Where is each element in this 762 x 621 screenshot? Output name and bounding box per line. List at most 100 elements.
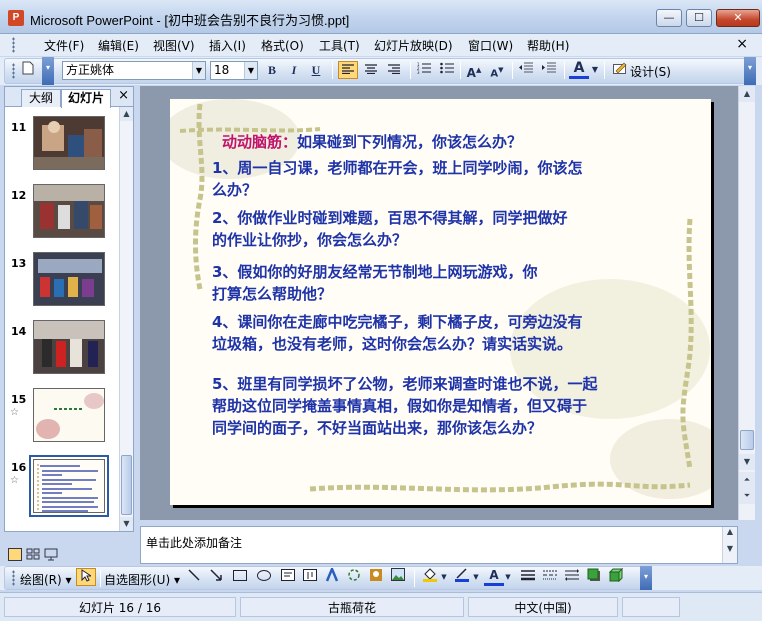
scroll-down-icon[interactable]: ▼ xyxy=(723,544,737,553)
notes-placeholder[interactable]: 单击此处添加备注 xyxy=(146,534,242,551)
animation-star-icon[interactable]: ☆ xyxy=(10,475,19,486)
new-document-icon[interactable] xyxy=(18,61,38,79)
line-tool-icon[interactable] xyxy=(184,568,204,586)
autoshapes-menu-button[interactable]: 自选图形(U) ▾ xyxy=(104,571,180,588)
scrollbar-thumb[interactable] xyxy=(121,455,132,515)
fill-color-icon[interactable] xyxy=(420,568,440,586)
insert-picture-icon[interactable] xyxy=(388,568,408,586)
slide-body-line: 同学间的面子，不好当面站出来，那你该怎么办？ xyxy=(212,419,543,437)
design-template-status: 古瓶荷花 xyxy=(240,597,464,617)
scroll-down-icon[interactable]: ▼ xyxy=(120,517,133,531)
design-icon[interactable] xyxy=(610,61,630,79)
bold-button[interactable]: B xyxy=(262,61,282,79)
select-pointer-icon[interactable] xyxy=(76,568,96,586)
current-slide[interactable]: 动动脑筋：如果碰到下列情况，你该怎么办？ 1、周一自习课，老师都在开会，班上同学… xyxy=(170,99,711,505)
slide-number: 12 xyxy=(11,189,27,202)
toolbar-options-chevron-icon[interactable]: ▾ xyxy=(42,57,54,85)
menu-insert[interactable]: 插入(I) xyxy=(209,37,246,54)
toolbar-grip[interactable] xyxy=(12,63,15,79)
menu-file[interactable]: 文件(F) xyxy=(44,37,84,54)
toolbar-options-chevron-icon[interactable]: ▾ xyxy=(640,566,652,590)
toolbar-options-chevron-icon[interactable]: ▾ xyxy=(744,57,756,85)
diagram-icon[interactable] xyxy=(344,568,364,586)
close-document-icon[interactable]: × xyxy=(736,36,748,52)
align-left-button[interactable] xyxy=(338,61,358,79)
oval-tool-icon[interactable] xyxy=(254,568,274,586)
maximize-button[interactable]: ☐ xyxy=(686,9,712,27)
font-color-icon[interactable]: A xyxy=(484,568,504,586)
toolbar-separator xyxy=(410,62,411,79)
rectangle-tool-icon[interactable] xyxy=(230,568,250,586)
scroll-up-icon[interactable]: ▲ xyxy=(739,86,755,102)
tab-outline[interactable]: 大纲 xyxy=(21,89,61,107)
next-slide-icon[interactable]: ⏷ xyxy=(739,488,755,504)
menu-help[interactable]: 帮助(H) xyxy=(527,37,569,54)
notes-scrollbar[interactable]: ▲ ▼ xyxy=(722,527,737,563)
decrease-indent-icon[interactable] xyxy=(516,61,536,79)
increase-indent-icon[interactable] xyxy=(539,61,559,79)
design-button[interactable]: 设计(S) xyxy=(630,63,671,80)
menu-slideshow[interactable]: 幻灯片放映(D) xyxy=(374,37,453,54)
normal-view-icon[interactable] xyxy=(8,548,22,561)
powerpoint-app-icon[interactable]: P xyxy=(8,10,24,26)
menubar-grip[interactable] xyxy=(12,37,15,53)
scroll-down-icon[interactable]: ▼ xyxy=(739,454,755,470)
scroll-up-icon[interactable]: ▲ xyxy=(723,527,737,536)
arrow-tool-icon[interactable] xyxy=(206,568,226,586)
dash-style-icon[interactable] xyxy=(540,568,560,586)
scroll-up-icon[interactable]: ▲ xyxy=(120,107,133,121)
italic-button[interactable]: I xyxy=(284,61,304,79)
3d-style-icon[interactable] xyxy=(606,567,626,586)
numbering-icon[interactable]: 123 xyxy=(414,61,434,79)
menu-window[interactable]: 窗口(W) xyxy=(468,37,513,54)
align-center-button[interactable] xyxy=(361,61,381,79)
slides-pane-scrollbar[interactable]: ▲ ▼ xyxy=(119,107,133,531)
chevron-down-icon[interactable]: ▼ xyxy=(472,568,480,586)
shadow-style-icon[interactable] xyxy=(584,568,604,586)
close-pane-icon[interactable]: × xyxy=(118,88,129,103)
menu-view[interactable]: 视图(V) xyxy=(153,37,195,54)
textbox-tool-icon[interactable] xyxy=(278,568,298,586)
slideshow-view-icon[interactable] xyxy=(44,548,58,561)
underline-button[interactable]: U xyxy=(306,61,326,79)
decrease-font-size-icon[interactable]: A▼ xyxy=(487,61,507,79)
chevron-down-icon[interactable]: ▼ xyxy=(244,62,257,79)
menu-format[interactable]: 格式(O) xyxy=(261,37,304,54)
slide-thumbnail-16[interactable] xyxy=(29,455,109,517)
chevron-down-icon[interactable]: ▼ xyxy=(504,568,512,586)
clipart-icon[interactable] xyxy=(366,568,386,586)
slide-thumbnail-14[interactable] xyxy=(33,320,105,374)
menu-edit[interactable]: 编辑(E) xyxy=(98,37,139,54)
drawing-toolbar-grip[interactable] xyxy=(12,570,15,586)
font-name-select[interactable]: 方正姚体 ▼ xyxy=(62,61,206,80)
slide-thumbnail-11[interactable] xyxy=(33,116,105,170)
previous-slide-icon[interactable]: ⏶ xyxy=(739,472,755,488)
animation-star-icon[interactable]: ☆ xyxy=(10,407,19,418)
slide-thumbnail-15[interactable] xyxy=(33,388,105,442)
menu-tools[interactable]: 工具(T) xyxy=(319,37,360,54)
slide-sorter-view-icon[interactable] xyxy=(26,548,40,561)
draw-menu-button[interactable]: 绘图(R) ▾ xyxy=(20,571,72,588)
bullets-icon[interactable] xyxy=(437,61,457,79)
slide-thumbnail-13[interactable] xyxy=(33,252,105,306)
language-status: 中文(中国) xyxy=(468,597,618,617)
minimize-button[interactable]: — xyxy=(656,9,682,27)
tab-slides[interactable]: 幻灯片 xyxy=(61,89,111,108)
font-size-select[interactable]: 18 ▼ xyxy=(210,61,258,80)
chevron-down-icon[interactable]: ▼ xyxy=(440,568,448,586)
close-window-button[interactable]: ✕ xyxy=(716,9,760,27)
slide-thumbnail-12[interactable] xyxy=(33,184,105,238)
vertical-textbox-icon[interactable] xyxy=(300,568,320,586)
chevron-down-icon[interactable]: ▼ xyxy=(192,62,205,79)
scrollbar-thumb[interactable] xyxy=(740,430,754,450)
line-style-icon[interactable] xyxy=(518,568,538,586)
arrow-style-icon[interactable] xyxy=(562,568,582,586)
font-color-icon[interactable]: A xyxy=(569,61,589,79)
wordart-icon[interactable] xyxy=(322,565,342,586)
slide-scrollbar[interactable]: ▲ ▼ ⏶ ⏷ xyxy=(738,86,755,520)
line-color-icon[interactable] xyxy=(452,568,472,586)
align-right-button[interactable] xyxy=(384,61,404,79)
increase-font-size-icon[interactable]: A▲ xyxy=(464,61,484,80)
notes-pane[interactable]: 单击此处添加备注 ▲ ▼ xyxy=(140,526,738,564)
chevron-down-icon[interactable]: ▼ xyxy=(590,61,600,79)
